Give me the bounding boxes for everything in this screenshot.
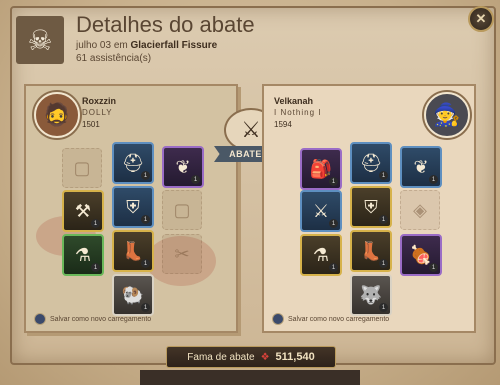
killer-loadout-label: Salvar como novo carregamento [50, 315, 152, 323]
equip-slot-head[interactable]: ⛑ 1 [350, 142, 392, 184]
kill-date-sep: em [113, 40, 128, 51]
equip-slot-shoes[interactable]: 👢 1 [350, 230, 392, 272]
victim-loadout-label: Salvar como novo carregamento [288, 315, 390, 323]
killer-name[interactable]: Roxzzin [82, 96, 116, 106]
bottom-hud-strip [140, 370, 360, 385]
skull-crossbones-icon: ☠ [16, 16, 64, 64]
equip-slot-food[interactable]: 🍖 1 [400, 234, 442, 276]
kill-fame: Fama de abate ❖ 511,540 [166, 346, 336, 368]
equip-slot-armor[interactable]: ⛨ 1 [112, 186, 154, 228]
killer-panel: 🧔 Roxzzin DOLLY 1501 ▢ ⛑ 1 ❦ 1 ⚒ 1 ⛨ 1 ▢ ⚗ 1 … [24, 84, 238, 333]
kill-location: Glacierfall Fissure [130, 40, 218, 51]
killer-guild: DOLLY [82, 108, 113, 117]
kill-date: julho 03 [76, 40, 112, 51]
killer-avatar[interactable]: 🧔 [34, 92, 80, 138]
victim-save-loadout[interactable]: Salvar como novo carregamento [272, 313, 389, 325]
kill-fame-label: Fama de abate [187, 351, 255, 363]
equip-slot-offhand: ▢ [162, 190, 202, 230]
killer-item-power: 1501 [82, 120, 100, 129]
equip-slot-bag: ▢ [62, 148, 102, 188]
equip-slot-cape[interactable]: ❦ 1 [162, 146, 204, 188]
equip-slot-armor[interactable]: ⛨ 1 [350, 186, 392, 228]
equip-slot-mainhand[interactable]: ⚒ 1 [62, 190, 104, 232]
equip-slot-offhand: ◈ [400, 190, 440, 230]
killer-save-loadout[interactable]: Salvar como novo carregamento [34, 313, 151, 325]
equip-slot-mainhand[interactable]: ⚔ 1 [300, 190, 342, 232]
page-title: Detalhes do abate [76, 12, 255, 37]
equip-slot-bag[interactable]: 🎒 1 [300, 148, 342, 190]
kill-date-location: julho 03 em Glacierfall Fissure [76, 40, 217, 51]
equip-slot-potion[interactable]: ⚗ 1 [62, 234, 104, 276]
loadout-icon [272, 313, 284, 325]
equip-slot-head[interactable]: ⛑ 1 [112, 142, 154, 184]
close-button[interactable]: ✕ [468, 6, 494, 32]
victim-name[interactable]: Velkanah [274, 96, 313, 106]
kill-fame-value: 511,540 [275, 351, 315, 363]
equip-slot-potion[interactable]: ⚗ 1 [300, 234, 342, 276]
loadout-icon [34, 313, 46, 325]
equip-slot-mount[interactable]: 🐺 1 [350, 274, 392, 316]
equip-slot-mount[interactable]: 🐏 1 [112, 274, 154, 316]
kill-details-window: ☠ Detalhes do abate julho 03 em Glacierf… [0, 0, 500, 385]
equip-slot-food: ✂ [162, 234, 202, 274]
assist-count: 61 assistência(s) [76, 53, 152, 64]
close-icon: ✕ [475, 11, 487, 26]
victim-guild: I Nothing I [274, 108, 322, 117]
equip-slot-cape[interactable]: ❦ 1 [400, 146, 442, 188]
victim-item-power: 1594 [274, 120, 292, 129]
fame-gem-icon: ❖ [260, 351, 270, 363]
victim-panel: 🧙 Velkanah I Nothing I 1594 🎒 1 ⛑ 1 ❦ 1 ⚔ 1 … [262, 84, 476, 333]
equip-slot-shoes[interactable]: 👢 1 [112, 230, 154, 272]
victim-avatar[interactable]: 🧙 [424, 92, 470, 138]
